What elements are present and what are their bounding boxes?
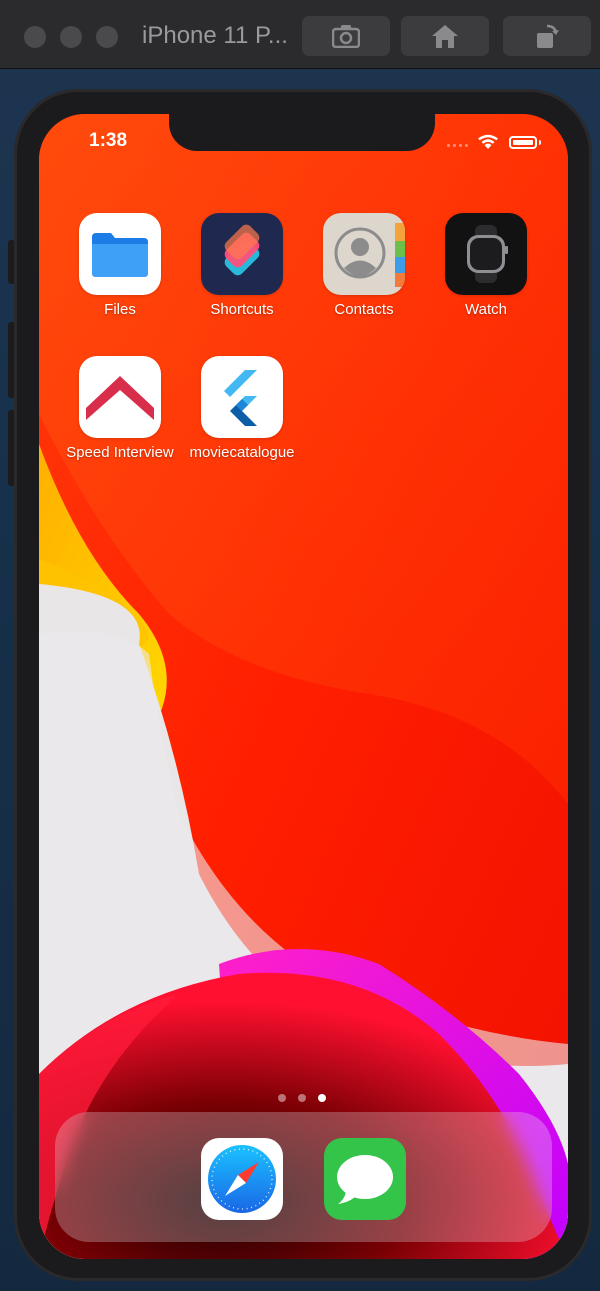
screenshot-button[interactable] (302, 16, 390, 56)
zoom-window-button[interactable] (96, 26, 118, 48)
safari-icon[interactable] (201, 1138, 283, 1220)
page-dot[interactable] (298, 1094, 306, 1102)
contacts-icon (323, 213, 405, 295)
wifi-icon (478, 134, 498, 149)
app-label: moviecatalogue (189, 444, 295, 461)
speed-interview-icon (79, 356, 161, 438)
messages-icon[interactable] (324, 1138, 406, 1220)
watch-icon (445, 213, 527, 295)
app-label: Files (104, 301, 136, 318)
home-screen: 1:38 Files Shortcuts Contacts Watch Spee… (39, 114, 568, 1259)
rotate-icon (537, 24, 559, 48)
app-label: Speed Interview (66, 444, 174, 461)
app-speed-interview[interactable]: Speed Interview (59, 356, 181, 461)
files-icon (79, 213, 161, 295)
notch (169, 114, 435, 151)
home-button[interactable] (401, 16, 489, 56)
screenshot-icon (332, 25, 360, 48)
status-time: 1:38 (89, 130, 128, 151)
app-files[interactable]: Files (59, 213, 181, 318)
page-indicator[interactable] (278, 1094, 326, 1102)
app-moviecatalogue[interactable]: moviecatalogue (181, 356, 303, 461)
app-label: Watch (465, 301, 507, 318)
simulator-title: iPhone 11 P... (142, 22, 288, 49)
app-label: Shortcuts (210, 301, 274, 318)
flutter-icon (201, 356, 283, 438)
app-watch[interactable]: Watch (425, 213, 547, 318)
home-icon (432, 25, 458, 48)
shortcuts-icon (201, 213, 283, 295)
signal-dots-icon (447, 144, 468, 147)
app-shortcuts[interactable]: Shortcuts (181, 213, 303, 318)
simulator-title-bar: iPhone 11 P... (0, 0, 600, 69)
dock (55, 1112, 552, 1242)
rotate-button[interactable] (503, 16, 591, 56)
battery-icon (509, 136, 537, 149)
close-window-button[interactable] (24, 26, 46, 48)
app-label: Contacts (334, 301, 394, 318)
app-contacts[interactable]: Contacts (303, 213, 425, 318)
minimize-window-button[interactable] (60, 26, 82, 48)
page-dot[interactable] (278, 1094, 286, 1102)
page-dot-active[interactable] (318, 1094, 326, 1102)
